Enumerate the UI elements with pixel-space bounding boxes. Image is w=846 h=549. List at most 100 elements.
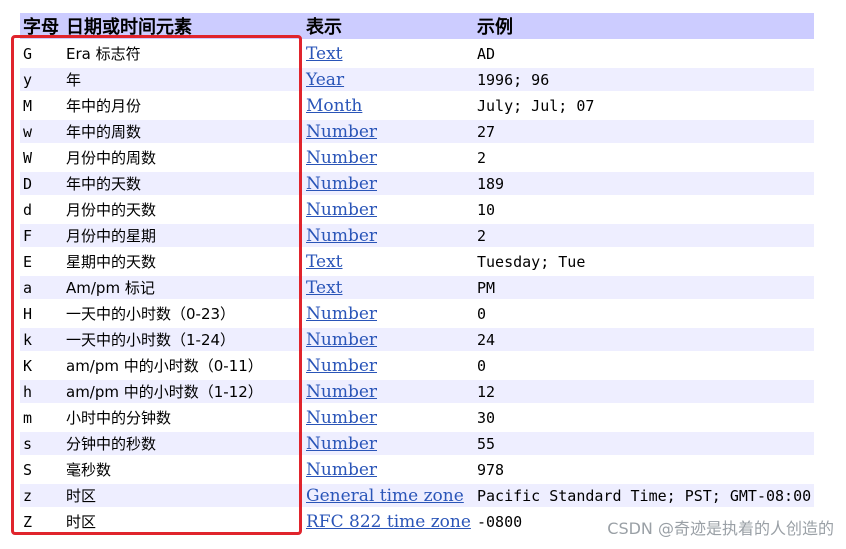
cell-letter: H [23, 304, 33, 323]
presentation-link[interactable]: Number [306, 200, 377, 220]
cell-letter: k [20, 328, 63, 351]
cell-example: 12 [474, 380, 814, 403]
cell-presentation: Number [303, 172, 474, 195]
cell-letter: z [20, 484, 63, 507]
table-row: F 月份中的星期 Number 2 [20, 224, 814, 247]
table-row: k 一天中的小时数（1-24） Number 24 [20, 328, 814, 351]
cell-presentation: Number [303, 224, 474, 247]
presentation-link[interactable]: Number [306, 408, 377, 428]
cell-presentation: Number [303, 432, 474, 455]
cell-letter: G [23, 44, 33, 63]
table-row: G Era 标志符 Text AD [20, 42, 814, 65]
cell-presentation: Text [303, 250, 474, 273]
cell-element: 星期中的天数 [66, 253, 157, 271]
cell-letter: S [23, 460, 33, 479]
cell-letter: F [20, 224, 63, 247]
table-row: W 月份中的周数 Number 2 [20, 146, 814, 169]
presentation-link[interactable]: Number [306, 122, 377, 142]
table-row: z 时区 General time zone Pacific Standard Tim… [20, 484, 814, 507]
table-row: a Am/pm 标记 Text PM [20, 276, 814, 299]
table-row: y 年 Year 1996; 96 [20, 68, 814, 91]
cell-presentation: Number [303, 302, 474, 325]
presentation-link[interactable]: Month [306, 96, 362, 116]
cell-letter: y [20, 68, 63, 91]
cell-element: Era 标志符 [66, 45, 141, 63]
cell-example: 0 [477, 356, 487, 375]
cell-presentation: Text [303, 42, 474, 65]
cell-example: PM [474, 276, 814, 299]
cell-presentation: Number [303, 458, 474, 481]
presentation-link[interactable]: RFC 822 time zone [306, 512, 471, 532]
table-row: w 年中的周数 Number 27 [20, 120, 814, 143]
cell-element: 年中的月份 [66, 97, 142, 115]
cell-element: 年 [63, 68, 303, 91]
cell-element: am/pm 中的小时数（0-11） [66, 357, 263, 375]
cell-presentation: General time zone [303, 484, 474, 507]
cell-presentation: Number [303, 146, 474, 169]
cell-element: 月份中的天数 [66, 201, 157, 219]
table-row: S 毫秒数 Number 978 [20, 458, 814, 481]
presentation-link[interactable]: Text [306, 44, 343, 64]
cell-presentation: Month [303, 94, 474, 117]
cell-letter: W [23, 148, 33, 167]
cell-example: Pacific Standard Time; PST; GMT-08:00 [474, 484, 814, 507]
csdn-watermark: CSDN @奇迹是执着的人创造的 [607, 519, 834, 538]
cell-element: 一天中的小时数（1-24） [63, 328, 303, 351]
cell-example: Tuesday; Tue [477, 252, 586, 271]
cell-element: 分钟中的秒数 [63, 432, 303, 455]
header-element: 日期或时间元素 [63, 13, 303, 39]
table-row: E 星期中的天数 Text Tuesday; Tue [20, 250, 814, 273]
cell-presentation: Year [303, 68, 474, 91]
presentation-link[interactable]: Text [306, 278, 343, 298]
cell-presentation: RFC 822 time zone [303, 510, 474, 533]
cell-example: July; Jul; 07 [477, 96, 595, 115]
presentation-link[interactable]: Number [306, 330, 377, 350]
cell-presentation: Number [303, 406, 474, 429]
cell-letter: s [20, 432, 63, 455]
presentation-link[interactable]: Number [306, 304, 377, 324]
table-row: m 小时中的分钟数 Number 30 [20, 406, 814, 429]
cell-element: 一天中的小时数（0-23） [66, 305, 236, 323]
presentation-link[interactable]: Number [306, 356, 377, 376]
header-example: 示例 [474, 13, 814, 39]
cell-presentation: Number [303, 380, 474, 403]
cell-element: 时区 [66, 513, 97, 531]
presentation-link[interactable]: Number [306, 434, 377, 454]
cell-example: AD [477, 44, 496, 63]
cell-presentation: Text [303, 276, 474, 299]
cell-presentation: Number [303, 354, 474, 377]
table-row: Kam/pm 中的小时数（0-11） Number 0 [20, 354, 814, 377]
presentation-link[interactable]: Number [306, 226, 377, 246]
cell-element: 年中的天数 [63, 172, 303, 195]
table-row: s 分钟中的秒数 Number 55 [20, 432, 814, 455]
cell-element: Am/pm 标记 [63, 276, 303, 299]
table-row: D 年中的天数 Number 189 [20, 172, 814, 195]
presentation-link[interactable]: Year [306, 70, 344, 90]
cell-example: 30 [477, 408, 496, 427]
presentation-link[interactable]: Number [306, 148, 377, 168]
cell-example: 10 [477, 200, 496, 219]
cell-element: am/pm 中的小时数（1-12） [63, 380, 303, 403]
cell-presentation: Number [303, 120, 474, 143]
cell-example: 978 [477, 460, 505, 479]
presentation-link[interactable]: General time zone [306, 486, 464, 506]
table-row: M 年中的月份 Month July; Jul; 07 [20, 94, 814, 117]
cell-example: 2 [477, 148, 487, 167]
cell-letter: h [20, 380, 63, 403]
presentation-link[interactable]: Text [306, 252, 343, 272]
presentation-link[interactable]: Number [306, 382, 377, 402]
date-format-table: 字母 日期或时间元素 表示 示例 G Era 标志符 Text AD y 年 Year 199… [20, 10, 814, 536]
cell-letter: Z [23, 512, 33, 531]
cell-letter: E [23, 252, 33, 271]
header-letter: 字母 [20, 13, 63, 39]
cell-element: 时区 [63, 484, 303, 507]
cell-example: 189 [474, 172, 814, 195]
table-row: H 一天中的小时数（0-23） Number 0 [20, 302, 814, 325]
cell-example: 55 [474, 432, 814, 455]
cell-element: 月份中的星期 [63, 224, 303, 247]
cell-example: 24 [474, 328, 814, 351]
presentation-link[interactable]: Number [306, 174, 377, 194]
cell-presentation: Number [303, 198, 474, 221]
cell-example: 0 [477, 304, 487, 323]
presentation-link[interactable]: Number [306, 460, 377, 480]
